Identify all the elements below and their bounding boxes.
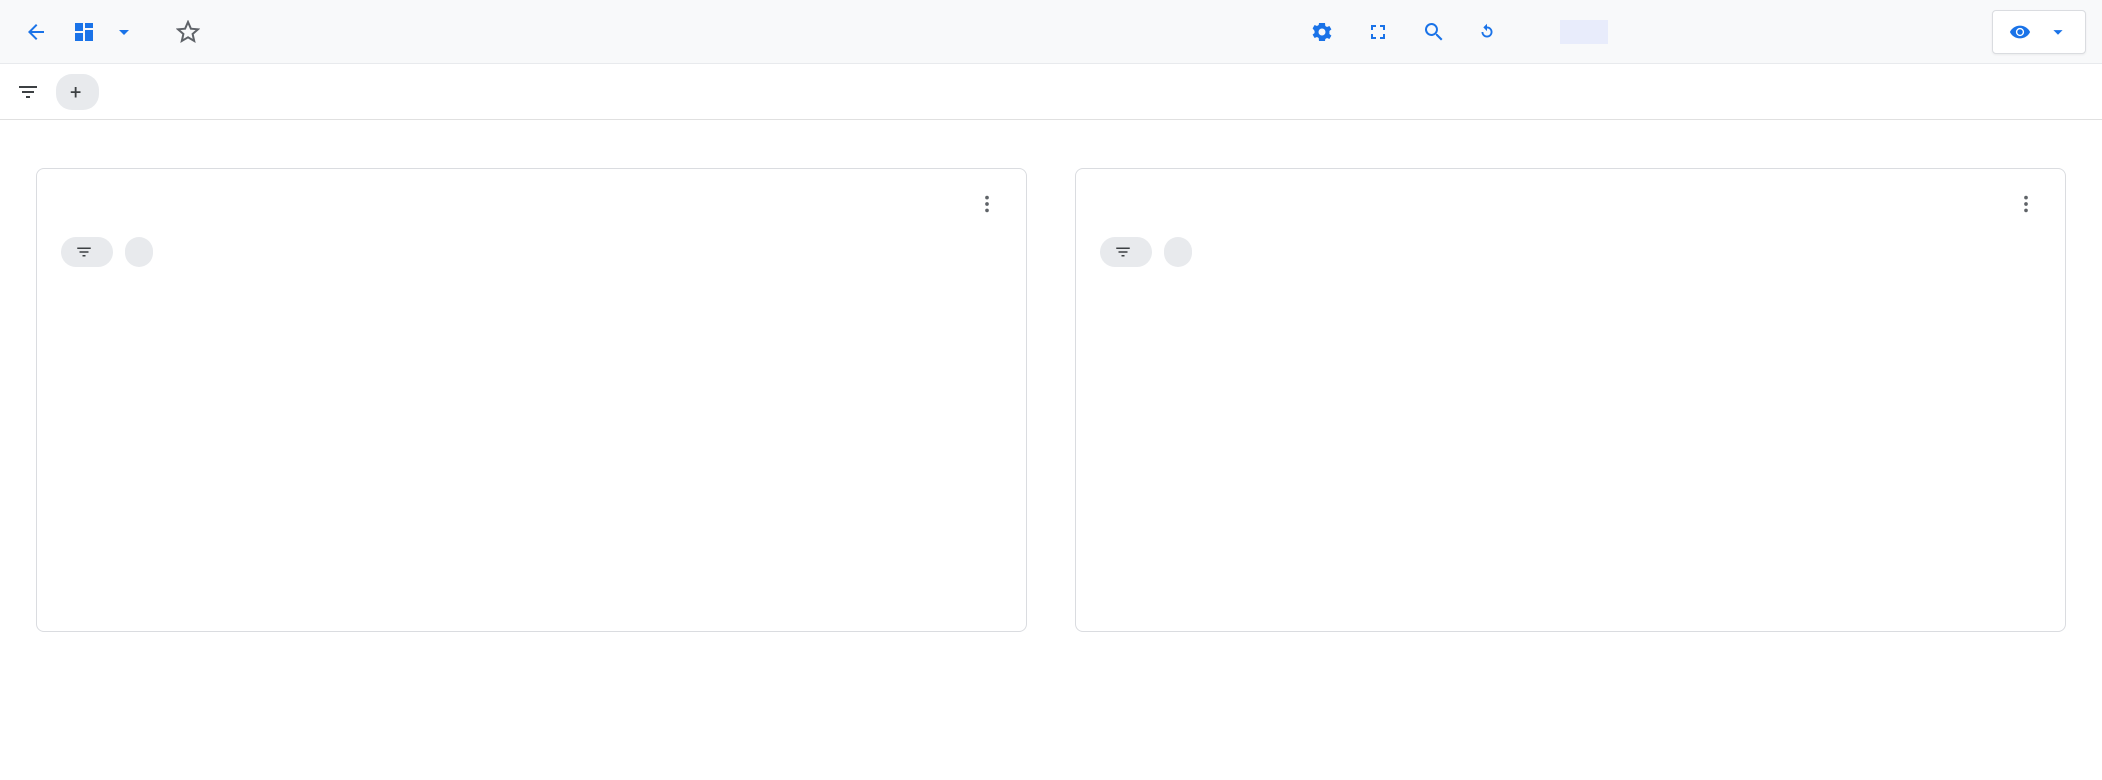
settings-gear-icon[interactable] xyxy=(1300,10,1344,54)
dashboard-icon[interactable] xyxy=(64,12,104,52)
filter-input[interactable] xyxy=(111,76,311,107)
viewing-mode-button[interactable] xyxy=(1992,10,2086,54)
time-btn-6w[interactable] xyxy=(1800,20,1848,44)
filter-bar: + xyxy=(0,64,2102,120)
interval-chip[interactable] xyxy=(125,237,153,267)
chart-consumed-api[interactable] xyxy=(1100,275,2041,615)
send-feedback-button[interactable] xyxy=(1236,24,1268,40)
more-vert-icon[interactable] xyxy=(2011,189,2041,223)
time-btn-1d[interactable] xyxy=(1656,20,1704,44)
chart-card-consumed-api xyxy=(1075,168,2066,632)
chart-rate-quota[interactable] xyxy=(61,275,1002,615)
more-vert-icon[interactable] xyxy=(972,189,1002,223)
search-icon[interactable] xyxy=(1412,10,1456,54)
time-btn-1m[interactable] xyxy=(1752,20,1800,44)
time-range-selector xyxy=(1560,20,1896,44)
autorefresh-toggle[interactable] xyxy=(1468,21,1512,43)
plus-icon: + xyxy=(70,80,81,104)
filter-lines-icon xyxy=(75,243,93,261)
chart-card-rate-quota xyxy=(36,168,1027,632)
star-icon[interactable] xyxy=(168,12,208,52)
header-bar xyxy=(0,0,2102,64)
filter-icon[interactable] xyxy=(12,80,44,104)
group-by-chip[interactable]: + xyxy=(56,74,99,110)
chevron-down-icon xyxy=(2047,21,2069,43)
time-btn-custom[interactable] xyxy=(1848,20,1896,44)
timezone-button[interactable] xyxy=(1924,24,1964,40)
time-btn-1h[interactable] xyxy=(1560,20,1608,44)
time-btn-6h[interactable] xyxy=(1608,20,1656,44)
filter-lines-icon xyxy=(1114,243,1132,261)
fullscreen-icon[interactable] xyxy=(1356,10,1400,54)
cards-container xyxy=(0,120,2102,680)
title-area xyxy=(148,12,208,52)
eye-icon xyxy=(2009,21,2031,43)
filter-count-chip[interactable] xyxy=(61,237,113,267)
interval-chip[interactable] xyxy=(1164,237,1192,267)
time-btn-1w[interactable] xyxy=(1704,20,1752,44)
dashboard-dropdown-icon[interactable] xyxy=(112,12,136,52)
header-actions xyxy=(1300,10,2086,54)
back-arrow-icon[interactable] xyxy=(16,12,56,52)
filter-count-chip[interactable] xyxy=(1100,237,1152,267)
